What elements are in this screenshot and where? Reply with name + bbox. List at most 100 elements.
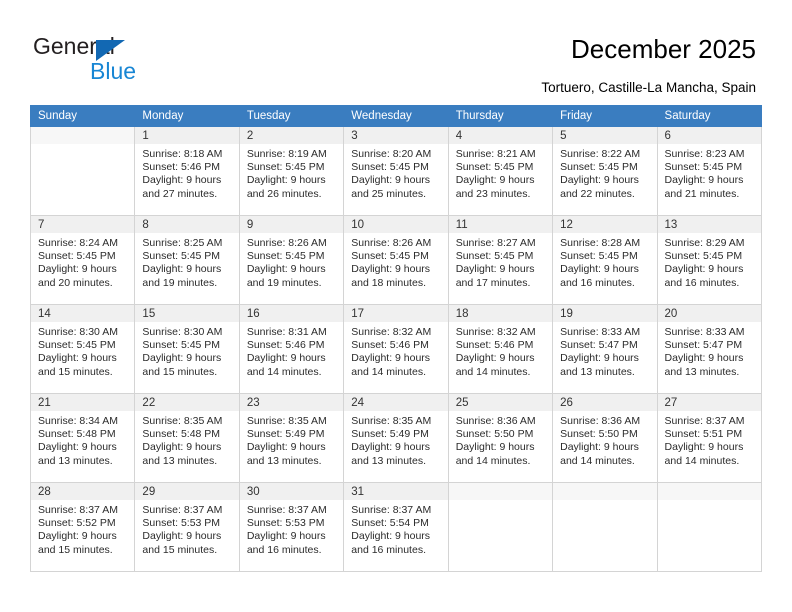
day-details: Sunrise: 8:26 AM Sunset: 5:45 PM Daylight:… <box>344 233 447 290</box>
calendar-day-cell[interactable]: 6 Sunrise: 8:23 AM Sunset: 5:45 PM Daylight… <box>656 126 763 216</box>
sunrise-time: Sunrise: 8:32 AM <box>455 326 536 338</box>
day-number: 31 <box>344 483 448 500</box>
calendar-day-cell[interactable]: 4 Sunrise: 8:21 AM Sunset: 5:45 PM Daylight… <box>447 126 554 216</box>
calendar-day-cell[interactable]: 16 Sunrise: 8:31 AM Sunset: 5:46 PM Dayligh… <box>238 304 345 394</box>
day-details: Sunrise: 8:36 AM Sunset: 5:50 PM Daylight:… <box>449 411 552 468</box>
day-number: 5 <box>553 127 657 144</box>
calendar-day-cell[interactable]: 1 Sunrise: 8:18 AM Sunset: 5:46 PM Daylight… <box>134 126 240 216</box>
daylight-duration: Daylight: 9 hours and 19 minutes. <box>246 263 326 289</box>
day-details: Sunrise: 8:33 AM Sunset: 5:47 PM Daylight:… <box>658 322 761 379</box>
sunset-time: Sunset: 5:45 PM <box>246 250 325 263</box>
calendar-day-cell[interactable]: 8 Sunrise: 8:25 AM Sunset: 5:45 PM Daylight… <box>134 215 240 305</box>
sunrise-time: Sunrise: 8:23 AM <box>664 148 745 160</box>
calendar-day-cell[interactable]: 9 Sunrise: 8:26 AM Sunset: 5:45 PM Daylight… <box>238 215 345 305</box>
calendar-day-cell[interactable]: 28 Sunrise: 8:37 AM Sunset: 5:52 PM Dayligh… <box>29 482 136 572</box>
day-details: Sunrise: 8:18 AM Sunset: 5:46 PM Daylight:… <box>135 144 238 201</box>
calendar-day-cell[interactable]: 26 Sunrise: 8:36 AM Sunset: 5:50 PM Dayligh… <box>552 393 658 483</box>
calendar-day-cell[interactable]: 30 Sunrise: 8:37 AM Sunset: 5:53 PM Dayligh… <box>238 482 345 572</box>
calendar-day-cell[interactable]: 18 Sunrise: 8:32 AM Sunset: 5:46 PM Dayligh… <box>447 304 554 394</box>
sunset-time: Sunset: 5:51 PM <box>664 428 743 441</box>
calendar-day-cell[interactable]: 3 Sunrise: 8:20 AM Sunset: 5:45 PM Daylight… <box>343 126 449 216</box>
sunrise-time: Sunrise: 8:31 AM <box>246 326 327 338</box>
sunset-time: Sunset: 5:47 PM <box>664 339 743 352</box>
sunset-time: Sunset: 5:46 PM <box>142 161 221 174</box>
day-details: Sunrise: 8:23 AM Sunset: 5:45 PM Daylight:… <box>658 144 761 201</box>
day-details: Sunrise: 8:29 AM Sunset: 5:45 PM Daylight:… <box>658 233 761 290</box>
calendar-day-cell[interactable]: 22 Sunrise: 8:35 AM Sunset: 5:48 PM Dayligh… <box>134 393 240 483</box>
sunset-time: Sunset: 5:52 PM <box>38 517 116 530</box>
weekday-header-tuesday: Tuesday <box>238 105 345 127</box>
day-details: Sunrise: 8:37 AM Sunset: 5:51 PM Daylight:… <box>658 411 761 468</box>
calendar-day-cell[interactable]: 15 Sunrise: 8:30 AM Sunset: 5:45 PM Dayligh… <box>134 304 240 394</box>
calendar-day-cell[interactable]: 10 Sunrise: 8:26 AM Sunset: 5:45 PM Dayligh… <box>343 215 449 305</box>
daylight-duration: Daylight: 9 hours and 19 minutes. <box>142 263 222 289</box>
calendar-empty-cell <box>552 482 658 572</box>
sunrise-time: Sunrise: 8:37 AM <box>664 415 745 427</box>
day-details: Sunrise: 8:36 AM Sunset: 5:50 PM Daylight:… <box>553 411 656 468</box>
calendar-day-cell[interactable]: 29 Sunrise: 8:37 AM Sunset: 5:53 PM Dayligh… <box>134 482 240 572</box>
calendar-day-cell[interactable]: 13 Sunrise: 8:29 AM Sunset: 5:45 PM Dayligh… <box>656 215 763 305</box>
calendar-day-cell[interactable]: 17 Sunrise: 8:32 AM Sunset: 5:46 PM Dayligh… <box>343 304 449 394</box>
sunrise-time: Sunrise: 8:30 AM <box>142 326 223 338</box>
sunrise-time: Sunrise: 8:28 AM <box>560 237 641 249</box>
calendar-day-cell[interactable]: 19 Sunrise: 8:33 AM Sunset: 5:47 PM Dayligh… <box>552 304 658 394</box>
calendar-day-cell[interactable]: 27 Sunrise: 8:37 AM Sunset: 5:51 PM Dayligh… <box>656 393 763 483</box>
calendar-day-cell[interactable]: 12 Sunrise: 8:28 AM Sunset: 5:45 PM Dayligh… <box>552 215 658 305</box>
calendar-empty-cell <box>29 126 136 216</box>
calendar-day-cell[interactable]: 14 Sunrise: 8:30 AM Sunset: 5:45 PM Dayligh… <box>29 304 136 394</box>
day-details: Sunrise: 8:33 AM Sunset: 5:47 PM Daylight:… <box>553 322 656 379</box>
sunset-time: Sunset: 5:45 PM <box>38 339 116 352</box>
sunset-time: Sunset: 5:45 PM <box>38 250 116 263</box>
sunset-time: Sunset: 5:45 PM <box>351 161 429 174</box>
sunset-time: Sunset: 5:45 PM <box>560 161 638 174</box>
sunset-time: Sunset: 5:49 PM <box>246 428 325 441</box>
sunrise-time: Sunrise: 8:34 AM <box>38 415 118 427</box>
weekday-header-sunday: Sunday <box>29 105 136 127</box>
sunset-time: Sunset: 5:45 PM <box>246 161 325 174</box>
day-number: 22 <box>135 394 239 411</box>
calendar-day-cell[interactable]: 25 Sunrise: 8:36 AM Sunset: 5:50 PM Dayligh… <box>447 393 554 483</box>
sunset-time: Sunset: 5:48 PM <box>38 428 116 441</box>
weekday-header-row: Sunday Monday Tuesday Wednesday Thursday… <box>29 105 763 127</box>
day-number: 26 <box>553 394 657 411</box>
sunset-time: Sunset: 5:45 PM <box>142 250 221 263</box>
daylight-duration: Daylight: 9 hours and 13 minutes. <box>560 352 639 378</box>
calendar-day-cell[interactable]: 20 Sunrise: 8:33 AM Sunset: 5:47 PM Dayligh… <box>656 304 763 394</box>
calendar-day-cell[interactable]: 24 Sunrise: 8:35 AM Sunset: 5:49 PM Dayligh… <box>343 393 449 483</box>
weekday-header-monday: Monday <box>134 105 240 127</box>
calendar-day-cell[interactable]: 2 Sunrise: 8:19 AM Sunset: 5:45 PM Daylight… <box>238 126 345 216</box>
day-number: 30 <box>239 483 344 500</box>
calendar-page: General Blue December 2025 Tortuero, Cas… <box>0 0 792 612</box>
page-title: December 2025 <box>571 34 756 64</box>
day-details: Sunrise: 8:30 AM Sunset: 5:45 PM Daylight:… <box>135 322 238 379</box>
sunrise-time: Sunrise: 8:36 AM <box>560 415 641 427</box>
daylight-duration: Daylight: 9 hours and 14 minutes. <box>560 441 639 467</box>
day-details: Sunrise: 8:37 AM Sunset: 5:53 PM Daylight:… <box>135 500 238 557</box>
daylight-duration: Daylight: 9 hours and 13 minutes. <box>246 441 326 467</box>
sunrise-time: Sunrise: 8:19 AM <box>246 148 327 160</box>
calendar-day-cell[interactable]: 5 Sunrise: 8:22 AM Sunset: 5:45 PM Daylight… <box>552 126 658 216</box>
daylight-duration: Daylight: 9 hours and 15 minutes. <box>142 352 222 378</box>
daylight-duration: Daylight: 9 hours and 14 minutes. <box>455 352 535 378</box>
sunset-time: Sunset: 5:50 PM <box>455 428 534 441</box>
calendar-empty-cell <box>447 482 554 572</box>
calendar-day-cell[interactable]: 23 Sunrise: 8:35 AM Sunset: 5:49 PM Dayligh… <box>238 393 345 483</box>
day-details: Sunrise: 8:32 AM Sunset: 5:46 PM Daylight:… <box>449 322 552 379</box>
sunset-time: Sunset: 5:46 PM <box>455 339 534 352</box>
calendar-day-cell[interactable]: 11 Sunrise: 8:27 AM Sunset: 5:45 PM Dayligh… <box>447 215 554 305</box>
day-details: Sunrise: 8:32 AM Sunset: 5:46 PM Daylight:… <box>344 322 447 379</box>
day-details: Sunrise: 8:26 AM Sunset: 5:45 PM Daylight:… <box>240 233 343 290</box>
calendar-day-cell[interactable]: 31 Sunrise: 8:37 AM Sunset: 5:54 PM Dayligh… <box>343 482 449 572</box>
daylight-duration: Daylight: 9 hours and 16 minutes. <box>351 530 431 556</box>
day-number: 17 <box>344 305 448 322</box>
sunset-time: Sunset: 5:45 PM <box>142 339 221 352</box>
sunset-time: Sunset: 5:49 PM <box>351 428 429 441</box>
calendar-day-cell[interactable]: 7 Sunrise: 8:24 AM Sunset: 5:45 PM Daylight… <box>29 215 136 305</box>
day-number: 20 <box>657 305 761 322</box>
calendar-week-row: 14 Sunrise: 8:30 AM Sunset: 5:45 PM Dayligh… <box>29 304 763 394</box>
day-details: Sunrise: 8:25 AM Sunset: 5:45 PM Daylight:… <box>135 233 238 290</box>
daylight-duration: Daylight: 9 hours and 15 minutes. <box>38 352 117 378</box>
day-number <box>657 483 761 500</box>
calendar-day-cell[interactable]: 21 Sunrise: 8:34 AM Sunset: 5:48 PM Dayligh… <box>29 393 136 483</box>
day-details: Sunrise: 8:37 AM Sunset: 5:52 PM Daylight:… <box>31 500 134 557</box>
